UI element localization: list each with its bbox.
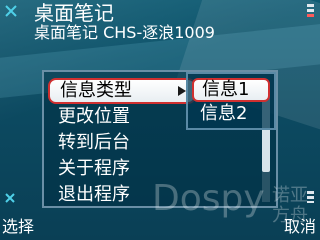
menu-item-label: 退出程序 bbox=[58, 184, 130, 205]
submenu-item-label: 信息1 bbox=[202, 79, 250, 100]
menu-item-message-type[interactable]: 信息类型 bbox=[48, 78, 196, 104]
cancel-softkey[interactable]: 取消 bbox=[284, 216, 316, 238]
menu-item-label: 转到后台 bbox=[58, 132, 130, 153]
dospy-watermark: Dospy bbox=[152, 178, 265, 219]
menu-item-label: 更改位置 bbox=[58, 106, 130, 127]
submenu-item-message-2[interactable]: 信息2 bbox=[192, 102, 270, 126]
close-x-icon bbox=[5, 193, 15, 203]
message-type-submenu: 信息1 信息2 bbox=[186, 72, 276, 130]
submenu-item-message-1[interactable]: 信息1 bbox=[192, 78, 270, 102]
signal-level-icon bbox=[307, 4, 314, 17]
submenu-arrow-icon bbox=[178, 86, 186, 96]
submenu-item-label: 信息2 bbox=[200, 103, 248, 124]
menu-item-label: 信息类型 bbox=[60, 80, 132, 101]
select-softkey[interactable]: 选择 bbox=[2, 216, 34, 238]
menu-item-label: 关于程序 bbox=[58, 158, 130, 179]
close-x-icon bbox=[5, 5, 17, 17]
app-subtitle: 桌面笔记 CHS-逐浪1009 bbox=[34, 23, 215, 42]
menu-item-go-background[interactable]: 转到后台 bbox=[48, 130, 274, 156]
